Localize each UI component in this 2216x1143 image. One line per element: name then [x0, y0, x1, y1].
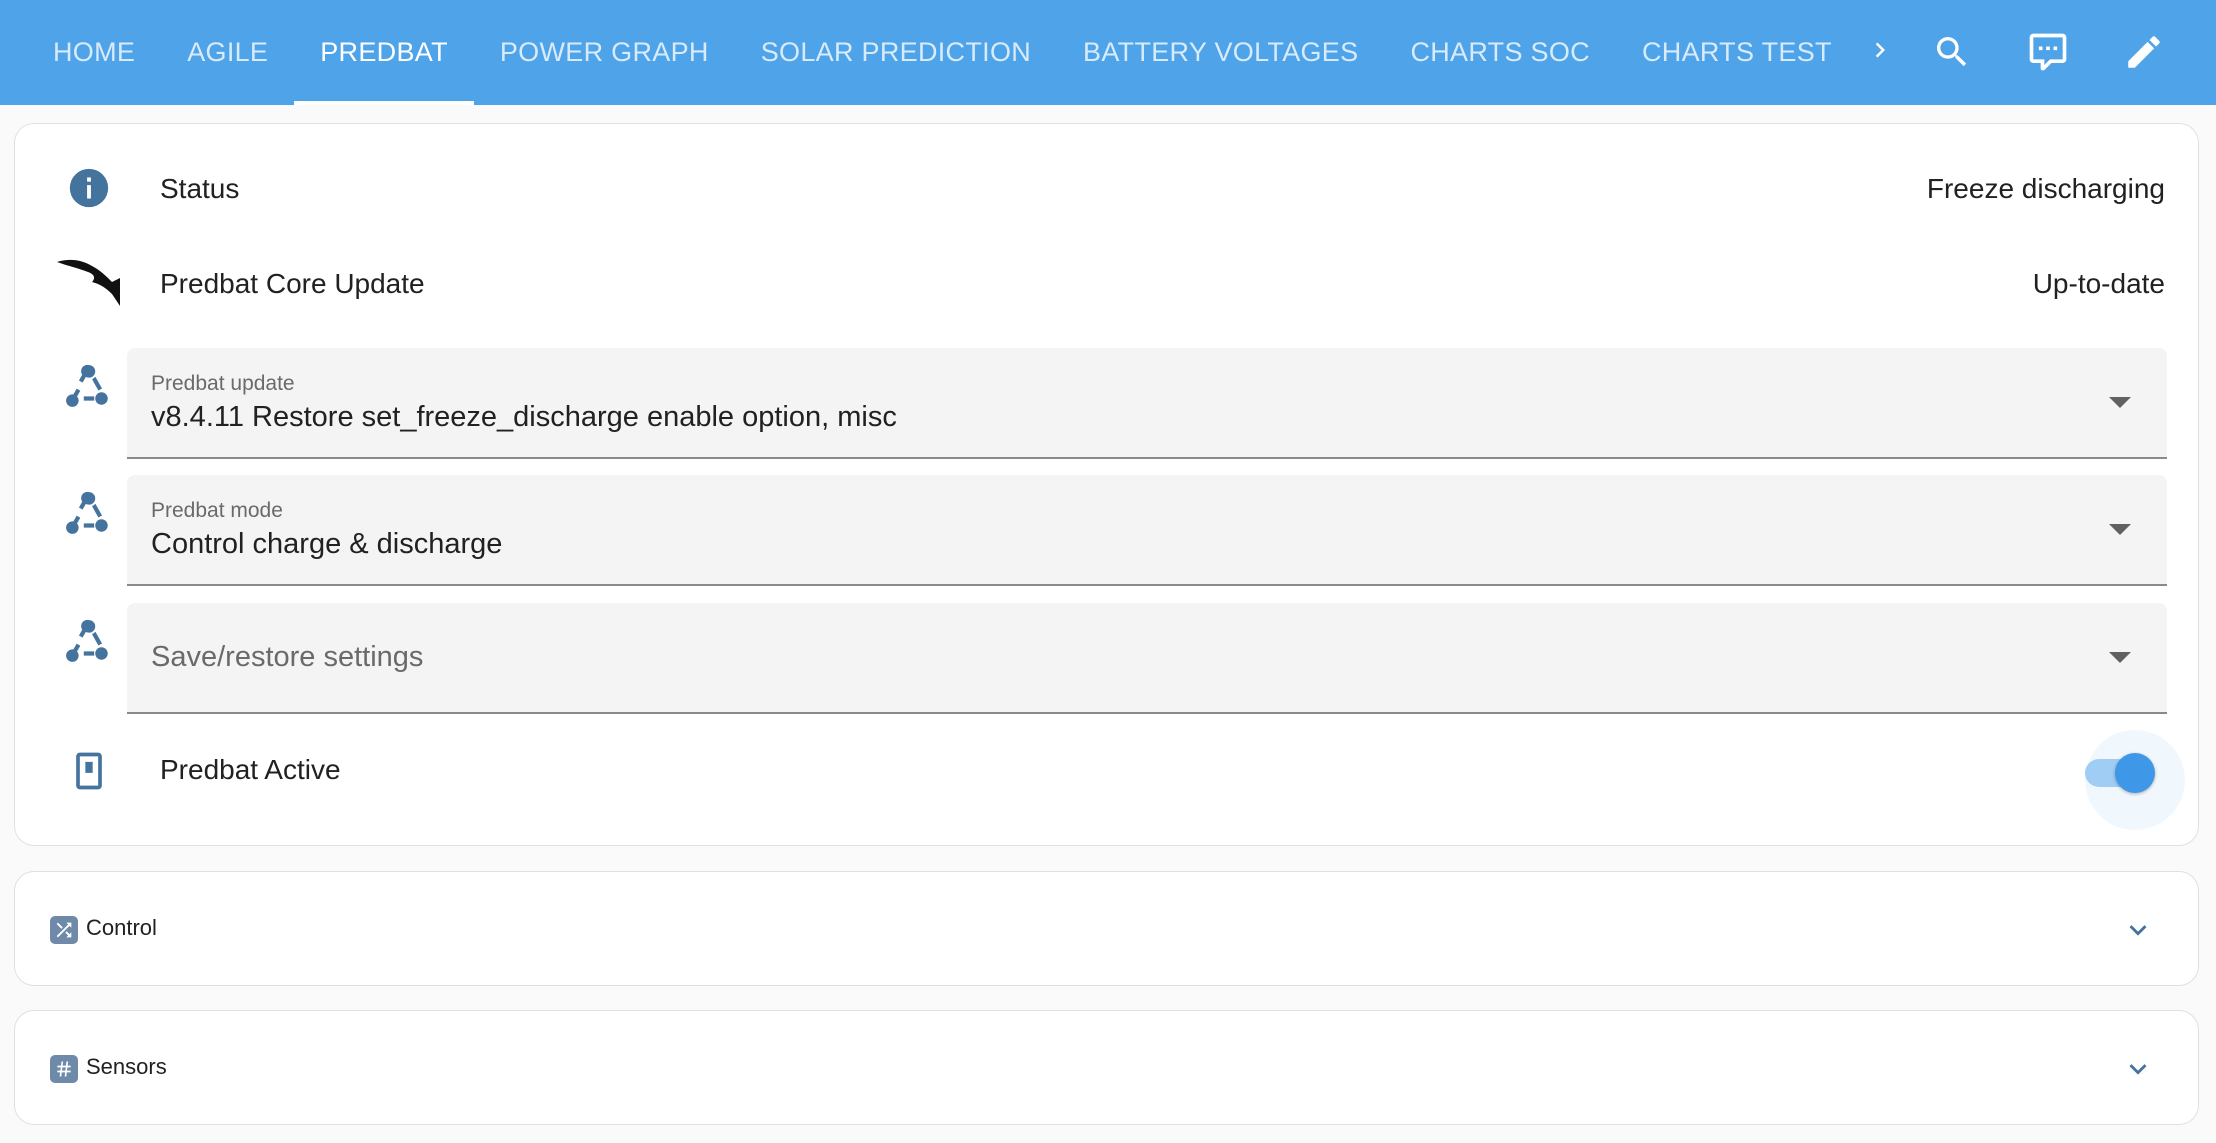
- sensors-section-title: Sensors: [86, 1054, 167, 1079]
- core-update-row[interactable]: Predbat Core Update Up-to-date: [15, 246, 2198, 320]
- predbat-update-value: v8.4.11 Restore set_freeze_discharge ena…: [151, 401, 897, 433]
- control-section[interactable]: Control: [14, 871, 2199, 986]
- hash-icon: [50, 1055, 78, 1083]
- save-restore-placeholder: Save/restore settings: [151, 641, 424, 673]
- dropdown-arrow-icon: [2109, 651, 2131, 663]
- chat-icon: [2029, 33, 2067, 71]
- predbat-mode-value: Control charge & discharge: [151, 528, 503, 560]
- dropdown-arrow-icon: [2109, 523, 2131, 535]
- predbat-active-name: Predbat Active: [160, 754, 341, 785]
- bat-icon: [52, 246, 126, 320]
- tab-charts-test[interactable]: CHARTS TEST: [1616, 0, 1858, 105]
- predbat-update-label: Predbat update: [151, 372, 295, 395]
- status-state: Freeze discharging: [1926, 173, 2165, 204]
- state-machine-icon: [52, 349, 126, 423]
- switch-icon: [52, 734, 126, 808]
- shuffle-icon: [50, 916, 78, 944]
- control-section-title: Control: [86, 915, 157, 940]
- core-update-name: Predbat Core Update: [160, 268, 425, 299]
- pencil-icon: [2128, 36, 2160, 68]
- status-row[interactable]: Status Freeze discharging: [15, 151, 2198, 225]
- assist-button[interactable]: [2018, 22, 2078, 82]
- chevron-down-icon[interactable]: [2120, 1051, 2156, 1087]
- predbat-update-select[interactable]: Predbat update v8.4.11 Restore set_freez…: [127, 348, 2167, 459]
- tab-home[interactable]: HOME: [0, 0, 161, 105]
- tab-predbat[interactable]: PREDBAT: [294, 0, 474, 105]
- state-machine-icon: [52, 476, 126, 550]
- tab-charts-soc[interactable]: CHARTS SOC: [1384, 0, 1616, 105]
- entities-card: Status Freeze discharging Predbat Core U…: [14, 123, 2199, 846]
- tab-solar-prediction[interactable]: SOLAR PREDICTION: [735, 0, 1057, 105]
- info-icon: [52, 151, 126, 225]
- state-machine-icon: [52, 604, 126, 678]
- tab-battery-voltages[interactable]: BATTERY VOLTAGES: [1057, 0, 1384, 105]
- predbat-mode-select[interactable]: Predbat mode Control charge & discharge: [127, 475, 2167, 586]
- dropdown-arrow-icon: [2109, 396, 2131, 408]
- save-restore-select[interactable]: Save/restore settings: [127, 603, 2167, 714]
- tab-power-graph[interactable]: POWER GRAPH: [474, 0, 735, 105]
- status-name: Status: [160, 173, 240, 204]
- app-toolbar: HOME AGILE PREDBAT POWER GRAPH SOLAR PRE…: [0, 0, 2216, 105]
- sensors-section[interactable]: Sensors: [14, 1010, 2199, 1125]
- edit-dashboard-button[interactable]: [2114, 22, 2174, 82]
- search-icon: [1937, 37, 1967, 67]
- core-update-state: Up-to-date: [2032, 268, 2165, 299]
- search-button[interactable]: [1922, 22, 1982, 82]
- chevron-right-icon: [1875, 42, 1885, 58]
- predbat-mode-label: Predbat mode: [151, 499, 283, 522]
- chevron-down-icon[interactable]: [2120, 912, 2156, 948]
- tabs-scroll-right-button[interactable]: [1858, 28, 1902, 72]
- view-tabs: HOME AGILE PREDBAT POWER GRAPH SOLAR PRE…: [0, 0, 1870, 105]
- toggle-thumb[interactable]: [2115, 753, 2155, 793]
- tab-agile[interactable]: AGILE: [161, 0, 294, 105]
